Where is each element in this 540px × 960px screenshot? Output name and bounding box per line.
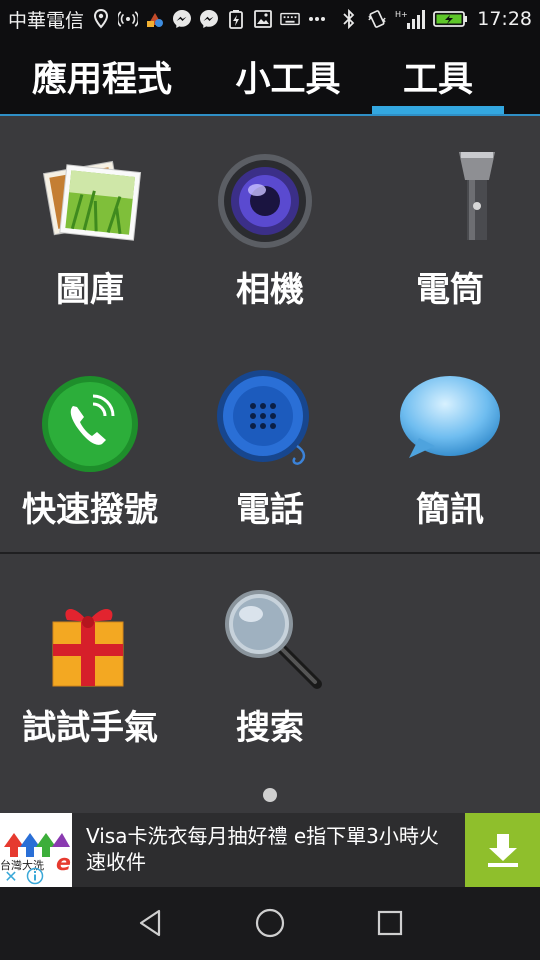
tab-tools[interactable]: 工具: [372, 38, 504, 114]
app-label: 電話: [236, 490, 304, 530]
download-icon: [487, 834, 518, 867]
gallery-icon: [253, 9, 273, 29]
back-button[interactable]: [130, 905, 170, 941]
vibrate-icon: [367, 9, 387, 29]
clock: 17:28: [477, 8, 532, 30]
carrier-label: 中華電信: [8, 9, 85, 32]
location-icon: [91, 9, 111, 29]
app-label: 圖庫: [56, 270, 124, 310]
home-icon: [255, 908, 285, 938]
svg-text:H+: H+: [395, 10, 408, 19]
app-gallery[interactable]: 圖庫: [0, 118, 180, 318]
app-phone[interactable]: 電話: [180, 338, 360, 538]
search-icon: [215, 584, 325, 694]
gallery-icon: [35, 146, 145, 256]
hotspot-icon: [118, 9, 139, 29]
app-flashlight[interactable]: 電筒: [360, 118, 540, 318]
app-message[interactable]: 簡訊: [360, 338, 540, 538]
ad-logo-letter: e: [56, 851, 71, 876]
more-icon: [307, 9, 327, 29]
phone-icon: [215, 366, 325, 476]
battery-icon: [433, 9, 469, 29]
close-icon[interactable]: ✕: [0, 865, 22, 887]
info-icon[interactable]: [24, 865, 46, 887]
speed-dial-icon: [35, 366, 145, 476]
app-camera[interactable]: 相機: [180, 118, 360, 318]
app-lucky-draw[interactable]: 試試手氣: [0, 556, 180, 756]
status-bar: 中華電信 H+ 17:28: [0, 0, 540, 38]
camera-icon: [215, 146, 325, 256]
messenger-icon: [199, 9, 219, 29]
app-label: 快速撥號: [22, 490, 158, 530]
app-label: 簡訊: [416, 490, 484, 530]
tab-bar: 應用程式 小工具 工具: [0, 38, 540, 116]
ad-banner[interactable]: 台灣大洗 e ✕ Visa卡洗衣每月抽好禮 e指下單3小時火速收件: [0, 813, 540, 887]
navigation-bar: [0, 887, 540, 960]
download-button[interactable]: [465, 813, 540, 887]
tab-widgets[interactable]: 小工具: [200, 38, 376, 114]
app-icon: [145, 9, 165, 29]
active-tab-indicator: [372, 106, 504, 114]
row-divider: [0, 552, 540, 554]
app-label: 搜索: [236, 708, 304, 748]
page-indicator: [263, 788, 277, 802]
message-icon: [395, 366, 505, 476]
app-search[interactable]: 搜索: [180, 556, 360, 756]
app-label: 電筒: [416, 270, 484, 310]
flashlight-icon: [395, 146, 505, 256]
signal-icon: H+: [395, 9, 426, 29]
recents-icon: [377, 910, 403, 936]
bluetooth-icon: [339, 9, 359, 29]
back-icon: [139, 909, 161, 937]
app-label: 試試手氣: [22, 708, 158, 748]
messenger-icon: [172, 9, 192, 29]
recents-button[interactable]: [370, 905, 410, 941]
keyboard-icon: [280, 9, 300, 29]
ad-text: Visa卡洗衣每月抽好禮 e指下單3小時火速收件: [86, 824, 439, 874]
app-speed-dial[interactable]: 快速撥號: [0, 338, 180, 538]
app-label: 相機: [236, 270, 304, 310]
home-button[interactable]: [250, 905, 290, 941]
battery-saver-icon: [226, 9, 246, 29]
tab-apps[interactable]: 應用程式: [14, 38, 190, 114]
gift-icon: [35, 584, 145, 694]
